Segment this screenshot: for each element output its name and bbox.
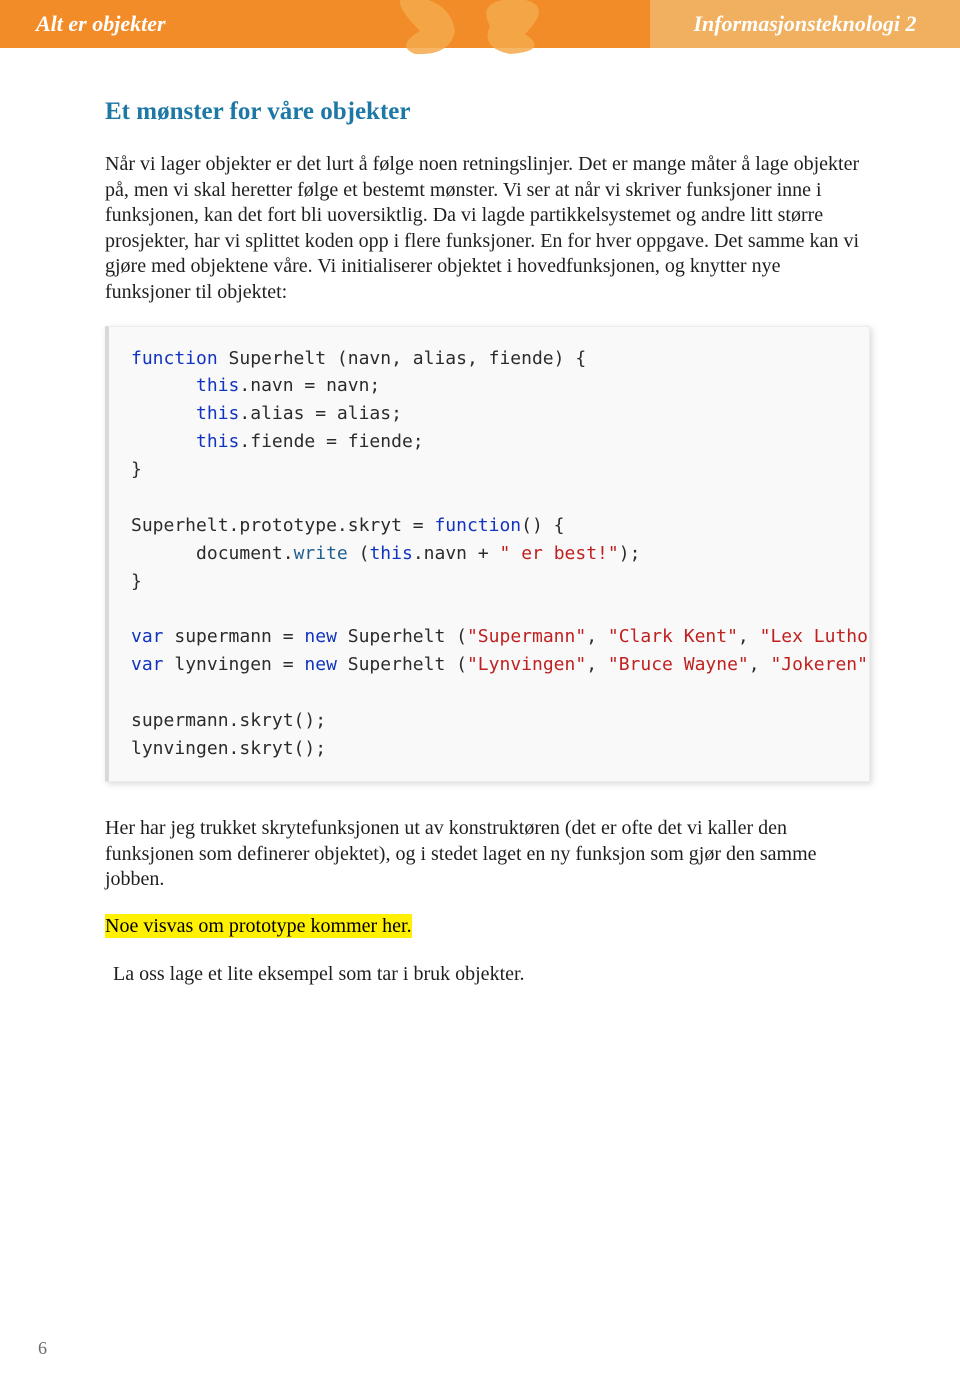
- page-header: Alt er objekter Informasjonsteknologi 2: [0, 0, 960, 48]
- header-left: Alt er objekter: [0, 0, 650, 48]
- intro-paragraph: Når vi lager objekter er det lurt å følg…: [105, 152, 870, 306]
- header-right: Informasjonsteknologi 2: [650, 0, 960, 48]
- paragraph-3: La oss lage et lite eksempel som tar i b…: [113, 961, 870, 987]
- section-heading: Et mønster for våre objekter: [105, 98, 870, 126]
- highlighted-note: Noe visvas om prototype kommer her.: [105, 914, 412, 938]
- header-left-title: Alt er objekter: [36, 11, 166, 37]
- highlighted-note-wrap: Noe visvas om prototype kommer her.: [105, 913, 870, 939]
- page-number: 6: [38, 1338, 47, 1359]
- code-block: function Superhelt (navn, alias, fiende)…: [105, 326, 870, 782]
- header-right-title: Informasjonsteknologi 2: [693, 11, 916, 37]
- page-content: Et mønster for våre objekter Når vi lage…: [0, 48, 960, 987]
- paragraph-2: Her har jeg trukket skrytefunksjonen ut …: [105, 816, 870, 893]
